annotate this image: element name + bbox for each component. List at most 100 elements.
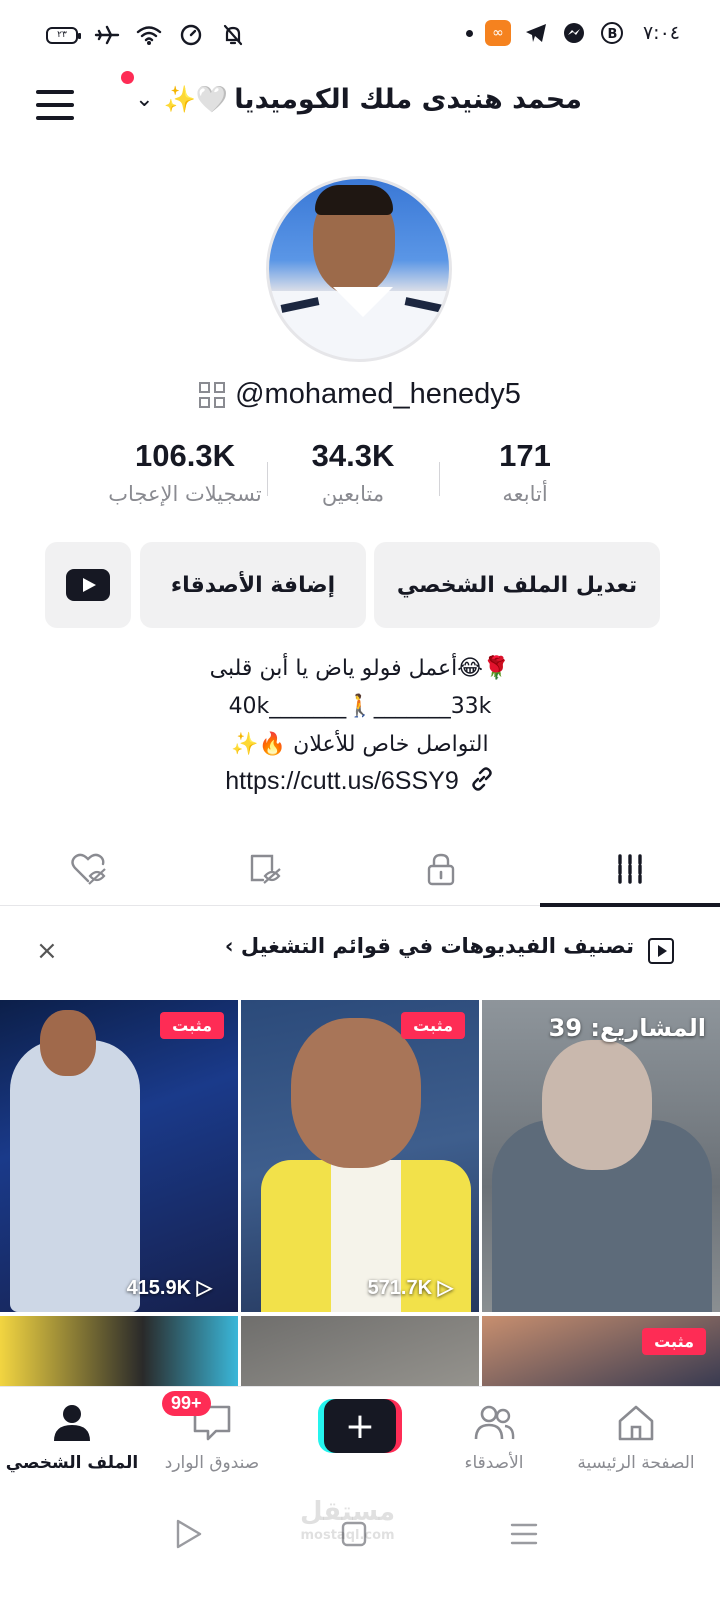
tab-videos[interactable] bbox=[540, 832, 720, 907]
user-handle: @mohamed_henedy5 bbox=[235, 378, 521, 410]
messenger-icon bbox=[561, 20, 587, 46]
profile-stats: 106.3K تسجيلات الإعجاب 34.3K متابعين 171… bbox=[90, 438, 650, 518]
menu-icon-bar bbox=[36, 103, 74, 107]
link-icon bbox=[469, 766, 495, 796]
tab-liked[interactable] bbox=[0, 832, 180, 906]
watermark: مستقل mostaql.com bbox=[300, 1497, 396, 1548]
pinned-badge: مثبت bbox=[401, 1012, 465, 1039]
watermark-sub: mostaql.com bbox=[300, 1528, 395, 1543]
bio: أعمل فولو ياض يا أبن قلبى😂🌹 40k_______🚶_… bbox=[0, 650, 720, 764]
video-thumbnail[interactable]: مثبت 571.7K ▷ bbox=[241, 1000, 479, 1312]
bio-link[interactable]: https://cutt.us/6SSY9 bbox=[225, 767, 458, 796]
likes-label: تسجيلات الإعجاب bbox=[108, 482, 262, 506]
following-label: أتابعه bbox=[502, 482, 548, 506]
avatar-hair bbox=[315, 185, 393, 215]
profile-icon bbox=[50, 1401, 94, 1445]
view-count-value: 415.9K bbox=[126, 1277, 192, 1299]
view-count: 571.7K ▷ bbox=[367, 1277, 453, 1299]
content-tabs bbox=[0, 832, 720, 907]
red-notification-dot bbox=[121, 71, 135, 84]
pinned-badge: مثبت bbox=[642, 1328, 706, 1355]
telegram-icon bbox=[523, 20, 549, 46]
handle-row: @mohamed_henedy5 bbox=[0, 378, 720, 411]
battery-level: ٢٣ bbox=[57, 30, 67, 40]
nav-home[interactable]: الصفحة الرئيسية bbox=[564, 1401, 708, 1473]
edit-profile-button[interactable]: تعديل الملف الشخصي bbox=[374, 542, 660, 628]
playlists-count-label: المشاريع: 39 bbox=[548, 1014, 706, 1042]
nav-inbox-label: صندوق الوارد bbox=[164, 1453, 260, 1473]
chevron-icon: › bbox=[224, 934, 234, 958]
following-count: 171 bbox=[499, 438, 551, 473]
video-grid: مثبت 415.9K ▷ مثبت 571.7K ▷ المشاريع: 39… bbox=[0, 1000, 720, 1400]
nav-friends[interactable]: الأصدقاء bbox=[422, 1401, 566, 1473]
grid-icon bbox=[618, 854, 642, 884]
svg-text:B: B bbox=[607, 27, 617, 42]
nav-profile[interactable]: الملف الشخصي bbox=[0, 1401, 144, 1473]
recents-icon[interactable] bbox=[506, 1516, 542, 1552]
heart-hidden-icon bbox=[71, 853, 106, 885]
menu-icon-bar bbox=[36, 116, 74, 120]
view-count: 415.9K ▷ bbox=[126, 1277, 212, 1299]
battery-icon: ٢٣ bbox=[46, 26, 81, 44]
pinned-badge: مثبت bbox=[160, 1012, 224, 1039]
profile-actions: تعديل الملف الشخصي إضافة الأصدقاء bbox=[0, 542, 720, 628]
qr-square bbox=[214, 396, 226, 408]
system-navigation: مستقل mostaql.com bbox=[0, 1490, 720, 1600]
playlist-icon bbox=[648, 938, 674, 964]
watermark-main: مستقل bbox=[300, 1497, 396, 1527]
qr-code-icon[interactable] bbox=[199, 381, 226, 408]
playlist-banner[interactable]: تصنيف الفيديوهات في قوائم التشغيل › × bbox=[0, 918, 720, 984]
clock: ٧:٠٤ bbox=[642, 22, 680, 44]
chevron-down-icon[interactable]: ⌄ bbox=[121, 71, 154, 112]
menu-button[interactable] bbox=[36, 90, 74, 120]
video-thumbnail[interactable]: مثبت 415.9K ▷ bbox=[0, 1000, 238, 1312]
airplane-icon bbox=[94, 22, 120, 48]
bio-line-3: التواصل خاص للأعلان 🔥✨ bbox=[231, 732, 489, 757]
qr-square bbox=[199, 396, 211, 408]
thumbnail-face bbox=[40, 1010, 96, 1076]
youtube-icon bbox=[66, 569, 110, 601]
likes-count: 106.3K bbox=[135, 438, 235, 473]
playlist-banner-text[interactable]: تصنيف الفيديوهات في قوائم التشغيل › bbox=[225, 934, 634, 958]
thumbnail-face bbox=[542, 1040, 652, 1170]
profile-header: ⌄ ✨🤍 محمد هنيدى ملك الكوميديا bbox=[0, 70, 720, 140]
tab-reposts[interactable] bbox=[175, 832, 355, 906]
close-icon[interactable]: × bbox=[36, 936, 58, 966]
friends-icon bbox=[472, 1401, 516, 1445]
stat-following[interactable]: 171 أتابعه bbox=[430, 438, 620, 506]
lock-icon bbox=[427, 853, 455, 886]
bio-line-2: 40k_______🚶_______33k bbox=[228, 694, 492, 719]
playlist-banner-label: تصنيف الفيديوهات في قوائم التشغيل bbox=[240, 934, 634, 958]
status-icons-left: ٢٣ bbox=[46, 22, 246, 48]
stat-followers[interactable]: 34.3K متابعين bbox=[258, 438, 448, 506]
bio-line-1: أعمل فولو ياض يا أبن قلبى😂🌹 bbox=[209, 656, 511, 681]
qr-square bbox=[214, 381, 226, 393]
inbox-badge: 99+ bbox=[162, 1391, 211, 1416]
playlist-thumbnail[interactable]: المشاريع: 39 bbox=[482, 1000, 720, 1312]
create-video-button[interactable]: + bbox=[318, 1399, 402, 1453]
notification-dot bbox=[465, 29, 473, 37]
followers-count: 34.3K bbox=[311, 438, 395, 473]
app-notification-icon: ∞ bbox=[484, 20, 511, 46]
nav-friends-label: الأصدقاء bbox=[464, 1453, 524, 1473]
bio-link-row: https://cutt.us/6SSY9 bbox=[0, 766, 720, 796]
plus-icon: + bbox=[324, 1399, 396, 1453]
nav-inbox[interactable]: 99+ صندوق الوارد bbox=[140, 1391, 284, 1473]
speedometer-icon bbox=[178, 22, 204, 48]
account-switcher[interactable]: ⌄ ✨🤍 محمد هنيدى ملك الكوميديا bbox=[121, 71, 582, 115]
nav-home-label: الصفحة الرئيسية bbox=[577, 1453, 695, 1473]
back-icon[interactable] bbox=[170, 1516, 206, 1552]
youtube-button[interactable] bbox=[45, 542, 131, 628]
avatar[interactable] bbox=[266, 176, 452, 362]
hidden-video-icon bbox=[250, 854, 281, 884]
thumbnail-face bbox=[291, 1018, 421, 1168]
add-friends-button[interactable]: إضافة الأصدقاء bbox=[140, 542, 366, 628]
username: محمد هنيدى ملك الكوميديا bbox=[234, 84, 582, 115]
stat-likes[interactable]: 106.3K تسجيلات الإعجاب bbox=[90, 438, 280, 506]
tab-private[interactable] bbox=[351, 832, 531, 906]
status-icons-right: ∞ B ٧:٠٤ bbox=[465, 20, 680, 46]
bottom-navigation: الصفحة الرئيسية الأصدقاء + 99+ صندوق الو… bbox=[0, 1386, 720, 1490]
thumbnail-figure bbox=[10, 1040, 140, 1312]
status-bar: ٢٣ ∞ B ٧:٠٤ bbox=[0, 0, 720, 70]
wifi-icon bbox=[136, 22, 162, 48]
